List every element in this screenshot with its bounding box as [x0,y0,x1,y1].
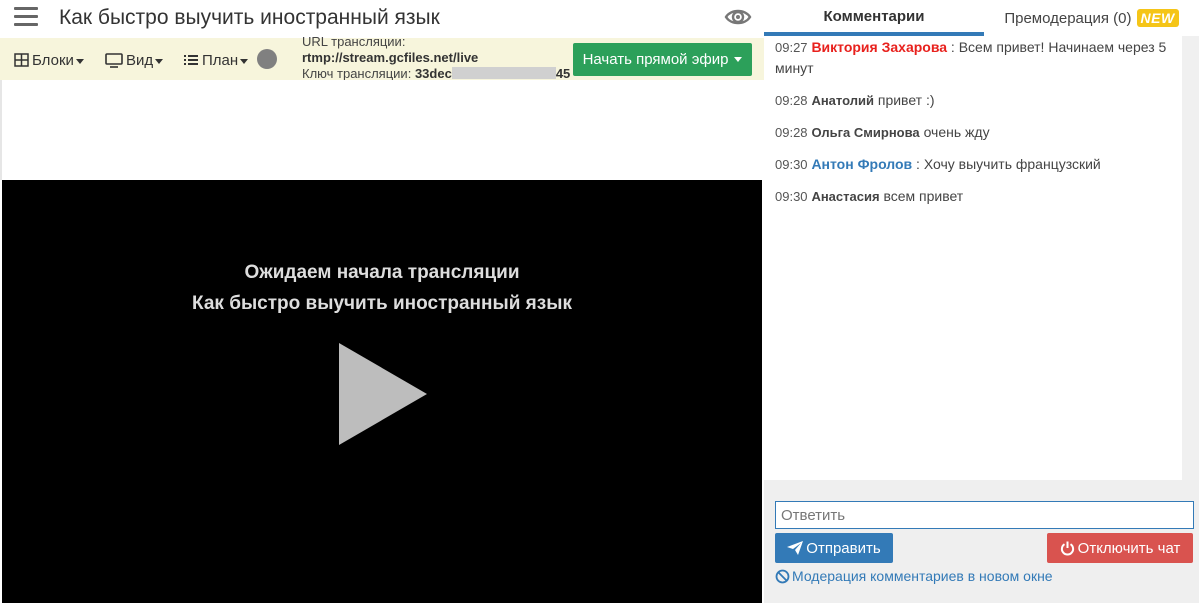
comment-author[interactable]: Виктория Захарова [811,39,947,55]
content-area [0,80,764,180]
stream-url-label: URL трансляции: [302,34,406,49]
broadcast-pane: Как быстро выучить иностранный язык Блок… [0,0,764,603]
stream-key-suffix: 45 [555,66,571,81]
tab-premoderation-label: Премодерация (0) [1004,9,1132,27]
comment-separator: : [912,156,924,172]
player-status-text: Ожидаем начала трансляции [244,262,520,283]
comment-list: 09:27 Виктория Захарова : Всем привет! Н… [764,36,1184,480]
caret-down-icon [734,57,743,62]
caret-down-icon [240,58,249,64]
view-label: Вид [126,51,154,69]
comment-time: 09:28 [775,93,808,108]
comment-author[interactable]: Анатолий [811,93,874,108]
power-icon [1060,541,1074,555]
stream-key-prefix: 33dec [414,66,452,81]
hamburger-icon[interactable] [14,7,38,29]
stream-key-mask [451,67,556,79]
comment-scrollbar[interactable] [1182,36,1199,480]
comment-time: 09:27 [775,40,808,55]
compose-area: Отправить Отключить чат Модерация коммен… [764,480,1199,603]
comment-author[interactable]: Анастасия [811,189,879,204]
list-item: 09:27 Виктория Захарова : Всем привет! Н… [775,37,1174,79]
stream-info: URL трансляции: rtmp://stream.gcfiles.ne… [302,34,570,82]
stream-status-indicator [257,49,277,69]
grid-icon [14,53,29,67]
new-badge: NEW [1136,9,1179,27]
monitor-icon [105,52,123,68]
tab-comments-label: Комментарии [823,7,925,25]
tab-premoderation[interactable]: Премодерация (0) NEW [984,0,1199,36]
comment-time: 09:30 [775,157,808,172]
tab-comments[interactable]: Комментарии [764,0,984,36]
caret-down-icon [75,58,84,64]
eye-icon[interactable] [724,4,752,30]
stream-url-value: rtmp://stream.gcfiles.net/live [302,50,479,65]
comment-text: очень жду [923,124,990,140]
moderation-link[interactable]: Модерация комментариев в новом окне [775,568,1053,584]
ban-icon [775,569,790,583]
list-item: 09:30 Анастасия всем привет [775,186,1174,207]
moderation-link-label: Модерация комментариев в новом окне [792,568,1053,584]
list-item: 09:30 Антон Фролов : Хочу выучить францу… [775,154,1174,175]
page-title: Как быстро выучить иностранный язык [59,6,440,29]
disable-chat-label: Отключить чат [1077,539,1181,557]
page-header: Как быстро выучить иностранный язык [0,0,764,38]
comment-text: Хочу выучить французский [923,156,1101,172]
comment-author[interactable]: Антон Фролов [811,156,912,172]
caret-down-icon [155,58,164,64]
blocks-menu-button[interactable]: Блоки [14,50,84,70]
chat-tabs: Комментарии Премодерация (0) NEW [764,0,1199,36]
comment-author[interactable]: Ольга Смирнова [811,125,919,140]
comment-separator: : [947,39,959,55]
send-button[interactable]: Отправить [775,533,893,563]
webinar-room: Как быстро выучить иностранный язык Блок… [0,0,1199,603]
chat-pane: Комментарии Премодерация (0) NEW 09:27 В… [764,0,1199,603]
comment-text: всем привет [883,188,964,204]
view-menu-button[interactable]: Вид [105,50,164,70]
start-broadcast-button[interactable]: Начать прямой эфир [573,43,752,76]
start-broadcast-label: Начать прямой эфир [582,51,729,68]
comment-time: 09:30 [775,189,808,204]
plan-menu-button[interactable]: План [183,50,249,70]
blocks-label: Блоки [32,51,74,69]
stream-key-label: Ключ трансляции: [302,66,412,81]
player-title: Как быстро выучить иностранный язык [192,293,572,314]
list-item: 09:28 Анатолий привет :) [775,90,1174,111]
play-icon[interactable] [337,343,427,445]
paper-plane-icon [787,541,804,555]
list-item: 09:28 Ольга Смирнова очень жду [775,122,1174,143]
comment-text: привет :) [877,92,935,108]
plan-label: План [202,51,239,69]
disable-chat-button[interactable]: Отключить чат [1047,533,1193,563]
send-label: Отправить [806,539,881,557]
comment-time: 09:28 [775,125,808,140]
video-player[interactable]: Ожидаем начала трансляции Как быстро выу… [2,180,762,603]
list-icon [184,55,198,65]
reply-input[interactable] [775,501,1194,529]
